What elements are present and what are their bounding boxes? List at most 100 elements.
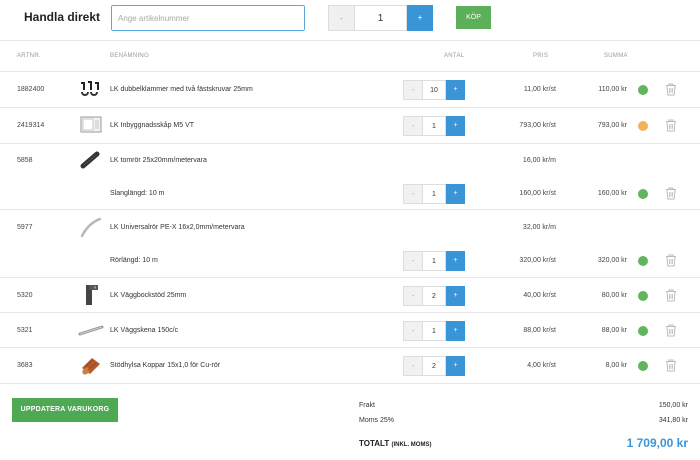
shipping-label: Frakt: [359, 402, 375, 409]
buy-button[interactable]: KÖP: [456, 6, 491, 29]
row-sum: 110,00 kr: [598, 86, 627, 93]
row-artnr: 2419314: [17, 122, 45, 129]
row-sum: 793,00 kr: [597, 122, 627, 129]
row-price: 160,00 kr/st: [519, 190, 556, 197]
total-value: 1 709,00 kr: [626, 436, 688, 450]
row-artnr: 5858: [17, 157, 33, 164]
header-benamning: BENÄMNING: [110, 53, 150, 59]
row-price: 4,00 kr/st: [527, 362, 556, 369]
row-sum: 80,00 kr: [601, 292, 627, 299]
header-antal: ANTAL: [444, 53, 465, 59]
conduit-icon: [80, 151, 100, 169]
row-artnr: 3683: [17, 362, 33, 369]
stock-status-dot: [638, 189, 648, 199]
total-label: TOTALT (INKL. MOMS): [359, 439, 431, 448]
row-sum: 320,00 kr: [597, 257, 627, 264]
row-price: 11,00 kr/st: [523, 86, 556, 93]
row-variant-label: Slanglängd: 10 m: [110, 190, 165, 197]
trash-icon[interactable]: [665, 119, 677, 132]
row-quantity-stepper: - +: [403, 80, 465, 100]
stock-status-dot: [638, 121, 648, 131]
quick-increase-button[interactable]: +: [407, 5, 433, 31]
increase-button[interactable]: +: [446, 286, 465, 306]
header-artnr: ARTNR.: [17, 53, 42, 59]
row-price: 40,00 kr/st: [523, 292, 556, 299]
table-row: 1882400 LK dubbelklammer med två fästskr…: [0, 72, 700, 108]
increase-button[interactable]: +: [446, 321, 465, 341]
row-price: 88,00 kr/st: [523, 327, 556, 334]
quantity-input[interactable]: [422, 321, 446, 341]
trash-icon[interactable]: [665, 324, 677, 337]
increase-button[interactable]: +: [446, 80, 465, 100]
row-name: LK tomrör 25x20mm/metervara: [110, 157, 207, 164]
quick-decrease-button[interactable]: -: [328, 5, 354, 31]
vat-label: Moms 25%: [359, 417, 395, 424]
copper-sleeve-icon: [82, 358, 100, 375]
row-name: LK Inbyggnadsskåp M5 VT: [110, 122, 195, 129]
total-label-text: TOTALT: [359, 439, 390, 448]
increase-button[interactable]: +: [446, 251, 465, 271]
trash-icon[interactable]: [665, 254, 677, 267]
table-row: 5321 LK Väggskena 150c/c - + 88,00 kr/st…: [0, 313, 700, 348]
row-quantity-stepper: - +: [403, 286, 465, 306]
trash-icon[interactable]: [665, 83, 677, 96]
decrease-button[interactable]: -: [403, 116, 422, 136]
table-row: 5858 LK tomrör 25x20mm/metervara 16,00 k…: [0, 144, 700, 210]
row-name: LK dubbelklammer med två fästskruvar 25m…: [110, 86, 253, 93]
row-quantity-stepper: - +: [403, 356, 465, 376]
row-variant-label: Rörlängd: 10 m: [110, 257, 158, 264]
table-header: ARTNR. BENÄMNING ANTAL PRIS SUMMA: [0, 40, 700, 72]
quick-quantity-input[interactable]: [354, 5, 407, 31]
row-artnr: 5977: [17, 224, 33, 231]
row-artnr: 5320: [17, 292, 33, 299]
trash-icon[interactable]: [665, 289, 677, 302]
quick-buy-bar: Handla direkt - + KÖP: [0, 0, 700, 38]
row-quantity-stepper: - +: [403, 116, 465, 136]
quick-buy-title: Handla direkt: [24, 10, 101, 24]
increase-button[interactable]: +: [446, 116, 465, 136]
quantity-input[interactable]: [422, 356, 446, 376]
trash-icon[interactable]: [665, 359, 677, 372]
decrease-button[interactable]: -: [403, 184, 422, 204]
stock-status-dot: [638, 326, 648, 336]
decrease-button[interactable]: -: [403, 286, 422, 306]
row-sum: 160,00 kr: [597, 190, 627, 197]
quantity-input[interactable]: [422, 80, 446, 100]
cabinet-icon: [80, 116, 102, 133]
increase-button[interactable]: +: [446, 356, 465, 376]
table-row: 3683 Stödhylsa Koppar 15x1,0 för Cu-rör …: [0, 348, 700, 384]
header-summa: SUMMA: [604, 53, 628, 59]
stock-status-dot: [638, 85, 648, 95]
total-note: (INKL. MOMS): [391, 442, 432, 448]
article-number-input[interactable]: [111, 5, 305, 31]
clamp-icon: [81, 81, 99, 96]
vat-value: 341,80 kr: [658, 417, 688, 424]
decrease-button[interactable]: -: [403, 80, 422, 100]
trash-icon[interactable]: [665, 187, 677, 200]
row-price: 32,00 kr/m: [522, 224, 556, 231]
row-artnr: 1882400: [17, 86, 45, 93]
row-quantity-stepper: - +: [403, 184, 465, 204]
row-sum: 88,00 kr: [601, 327, 627, 334]
stock-status-dot: [638, 361, 648, 371]
stock-status-dot: [638, 256, 648, 266]
shipping-value: 150,00 kr: [658, 402, 688, 409]
bracket-icon: [86, 285, 98, 305]
update-cart-button[interactable]: UPPDATERA VARUKORG: [12, 398, 118, 422]
increase-button[interactable]: +: [446, 184, 465, 204]
row-artnr: 5321: [17, 327, 33, 334]
decrease-button[interactable]: -: [403, 251, 422, 271]
quantity-input[interactable]: [422, 184, 446, 204]
row-sum: 8,00 kr: [605, 362, 627, 369]
decrease-button[interactable]: -: [403, 321, 422, 341]
table-row: 5320 LK Väggbockstöd 25mm - + 40,00 kr/s…: [0, 278, 700, 313]
quantity-input[interactable]: [422, 286, 446, 306]
row-name: LK Väggbockstöd 25mm: [110, 292, 187, 299]
row-price: 16,00 kr/m: [522, 157, 556, 164]
quantity-input[interactable]: [422, 116, 446, 136]
decrease-button[interactable]: -: [403, 356, 422, 376]
row-quantity-stepper: - +: [403, 321, 465, 341]
header-pris: PRIS: [533, 53, 549, 59]
row-name: Stödhylsa Koppar 15x1,0 för Cu-rör: [110, 362, 221, 369]
quantity-input[interactable]: [422, 251, 446, 271]
